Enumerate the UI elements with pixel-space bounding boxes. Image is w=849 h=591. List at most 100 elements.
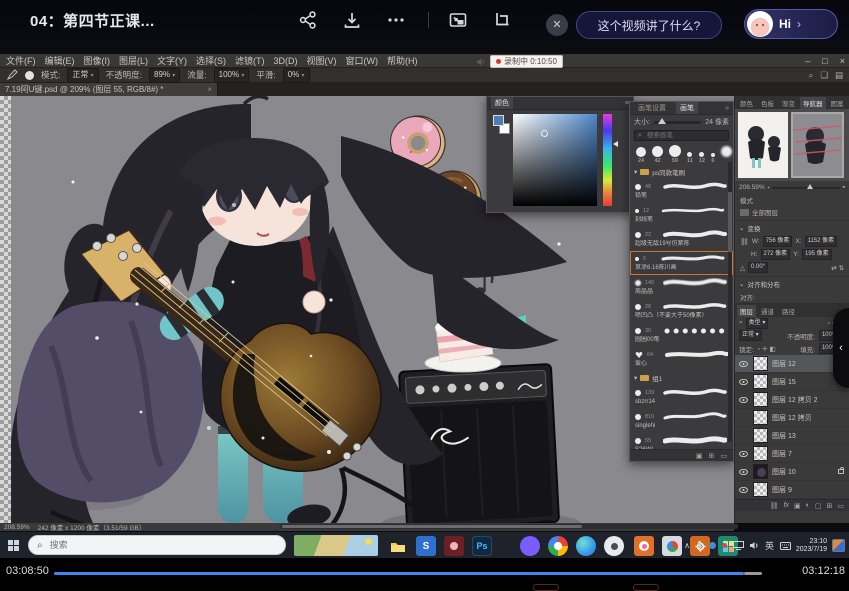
eye-icon[interactable] [739,451,748,457]
layer-row[interactable]: 图层 15 [735,373,849,391]
more-icon[interactable] [386,10,406,30]
start-button[interactable] [8,540,19,551]
lock-icons[interactable]: ▫✛◧ [758,345,778,353]
layer-row[interactable]: 图层 12 拷贝 2 [735,391,849,409]
layer-thumbnail[interactable] [753,446,768,461]
tab-close-icon[interactable]: × [207,85,212,94]
layer-row[interactable]: 图层 10 [735,463,849,481]
menu-item-3d[interactable]: 3D(D) [274,56,298,66]
blend-mode-select[interactable]: 正常 ▾ [739,330,762,341]
ai-ask-button[interactable]: 这个视频讲了什么? [576,11,722,39]
brush-tip[interactable]: 11 [687,152,693,164]
mode-select[interactable]: 正常 ▾ [67,68,98,83]
tab-swatches[interactable]: 色板 [758,97,777,109]
tray-blue-icon[interactable] [709,542,716,549]
workspace-icon[interactable]: ❏ [820,70,828,81]
tab-layers[interactable]: 图层 [737,305,756,317]
tab-channels[interactable]: 通道 [758,305,777,317]
hue-slider-thumb[interactable] [613,141,618,147]
menu-item-file[interactable]: 文件(F) [6,54,36,67]
menu-item-edit[interactable]: 编辑(E) [45,54,75,67]
saturation-brightness-field[interactable] [513,114,597,206]
delete-brush-icon[interactable]: ▭ [720,452,727,460]
subtitle-button-partial[interactable] [533,584,559,591]
foreground-color-swatch[interactable] [493,115,504,126]
brush-preview-dot[interactable] [25,71,34,80]
layer-mask-icon[interactable]: ▣ [794,502,801,510]
menu-item-view[interactable]: 视图(V) [307,54,337,67]
brush-item[interactable]: 139sbzrr14 [630,385,733,409]
eye-icon[interactable] [739,397,748,403]
progress-bar-remaining[interactable] [744,572,762,575]
eye-icon[interactable] [739,487,748,493]
tab-brushes[interactable]: 画笔 [676,102,698,114]
brush-item[interactable]: 48铅笔 [630,179,733,203]
delete-layer-icon[interactable]: ▭ [837,502,844,510]
flip-icons[interactable]: ⇄ ⇅ [831,264,844,272]
transform-section-title[interactable]: 变换 [747,223,760,233]
menu-item-layer[interactable]: 图层(L) [119,54,148,67]
brush-item-selected[interactable]: 5草涂6.16陈川画 [630,251,733,275]
layer-row[interactable]: 图层 7 [735,445,849,463]
eye-icon[interactable] [739,469,748,475]
tray-red-icon[interactable] [722,543,727,548]
brush-item[interactable]: 12刻线笔 [630,203,733,227]
w-value[interactable]: 756 像素 [763,236,793,247]
display-icon[interactable] [733,541,744,550]
brush-item[interactable]: 64爱心 [630,347,733,371]
new-layer-icon[interactable]: ⊞ [827,502,833,510]
search-icon[interactable]: ⌕ [809,70,814,81]
adjustment-icon[interactable]: ◐ [806,502,810,509]
minimize-icon[interactable]: – [805,56,810,66]
eye-icon[interactable] [739,379,748,385]
menu-item-filter[interactable]: 滤镜(T) [235,54,265,67]
brush-scrollbar[interactable] [728,162,732,442]
tab-navigator[interactable]: 导航器 [800,97,826,109]
brush-item[interactable]: 30圆圈00笔 [630,323,733,347]
file-explorer-icon[interactable] [388,536,408,556]
account-app-icon[interactable] [604,536,624,556]
new-brush-icon[interactable]: ⊞ [709,452,715,460]
arrange-icon[interactable]: ▤ [835,70,843,81]
brush-tip[interactable]: 24 [636,147,646,164]
panel-collapse-icon[interactable]: » [725,105,729,112]
h-value[interactable]: 272 像素 [761,249,791,260]
brush-group-folder[interactable]: ▾组1 [630,371,733,385]
layer-thumbnail[interactable] [753,374,768,389]
app-violet-icon[interactable] [520,536,540,556]
assistant-button[interactable]: Hi › [744,9,838,39]
brush-item[interactable]: 810singlehi [630,409,733,433]
brush-item[interactable]: 28喷凹凸（不要大于50像素） [630,299,733,323]
brush-tool-icon[interactable] [6,69,18,81]
filter-type-select[interactable]: 类型 ▾ [746,318,769,329]
tab-paths[interactable]: 路径 [779,305,798,317]
layer-thumbnail[interactable] [753,356,768,371]
app-s-icon[interactable]: S [416,536,436,556]
mini-player-icon[interactable] [448,10,468,30]
smooth-select[interactable]: 0% ▾ [283,68,310,83]
opacity-select[interactable]: 89% ▾ [149,68,180,83]
align-section-title[interactable]: 对齐和分布 [747,279,780,289]
taskbar-clock[interactable]: 23:10 2023/7/19 [796,538,827,554]
navigator-thumbnail[interactable] [791,112,844,178]
layer-effects-icon[interactable]: fx [784,502,789,509]
download-icon[interactable] [342,10,362,30]
keyboard-icon[interactable] [780,542,791,550]
tab-gradients[interactable]: 渐变 [779,97,798,109]
ime-indicator[interactable]: 英 [765,539,774,552]
brush-search-input[interactable] [645,131,715,140]
angle-value[interactable]: 0.00° [748,262,768,273]
restore-icon[interactable]: □ [822,56,827,66]
window-close-icon[interactable]: × [840,56,845,66]
menu-item-select[interactable]: 选择(S) [196,54,226,67]
app-orange-pink-icon[interactable] [634,536,654,556]
layer-thumbnail[interactable] [753,464,768,479]
layer-thumbnail[interactable] [753,428,768,443]
layer-row[interactable]: 图层 9 [735,481,849,499]
canvas-horizontal-scrollbar[interactable] [280,524,738,529]
brush-size-value[interactable]: 24 像素 [705,117,729,127]
clip-icon[interactable] [492,10,512,30]
brush-size-slider[interactable] [654,121,701,124]
scope-label[interactable]: 全部图层 [752,207,778,217]
layer-thumbnail[interactable] [753,392,768,407]
